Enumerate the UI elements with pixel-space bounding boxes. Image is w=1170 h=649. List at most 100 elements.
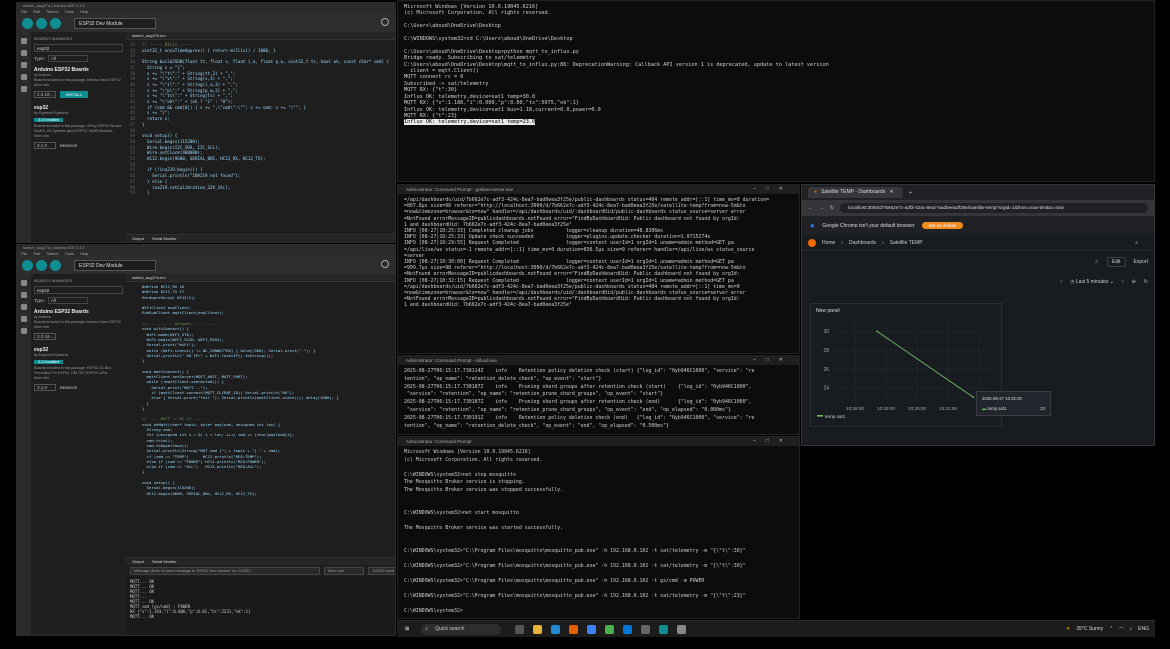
serial-monitor-icon[interactable]: [381, 260, 389, 268]
line-text: // ----- Utils -----: [142, 42, 193, 47]
star-icon[interactable]: ☆: [1094, 259, 1098, 265]
upload-button[interactable]: [36, 259, 47, 271]
grafana-panel[interactable]: New panel 30 28 26 24 10:28:00 10:29:00 10:30:…: [810, 303, 1051, 427]
ide-toolbar: ESP32 Dev Module: [17, 256, 395, 274]
boards-manager-icon[interactable]: [21, 50, 27, 56]
board-author: by Espressif Systems: [34, 111, 69, 115]
vscode-icon[interactable]: [623, 624, 633, 634]
breadcrumb-dashboards[interactable]: Dashboards: [849, 240, 876, 246]
wifi-icon[interactable]: ◠: [1119, 626, 1123, 632]
grafana-logo-icon[interactable]: [808, 238, 816, 247]
type-select[interactable]: All: [48, 297, 89, 304]
time-range-picker[interactable]: ◷ Last 5 minutes ⌄: [1070, 279, 1114, 285]
chevron-right-icon[interactable]: ›: [1122, 279, 1124, 285]
remove-button[interactable]: REMOVE: [60, 385, 77, 390]
timeseries-chart[interactable]: 30 28 26 24 10:28:00 10:29:00 10:30:00 10:31:00…: [811, 316, 1001, 424]
refresh-icon[interactable]: ↻: [1144, 279, 1148, 285]
output-tab[interactable]: Output: [132, 235, 144, 242]
terminal-title: Administrator: Command Prompt: [406, 439, 472, 444]
firefox-icon[interactable]: [569, 624, 579, 634]
verify-button[interactable]: [22, 17, 33, 29]
version-select[interactable]: 3.1.0: [34, 384, 56, 391]
sketchbook-icon[interactable]: [21, 280, 27, 286]
window-controls[interactable]: –□✕: [753, 185, 793, 194]
store-icon[interactable]: [587, 624, 597, 634]
window-controls[interactable]: –□✕: [753, 356, 793, 365]
chevron-left-icon[interactable]: ‹: [1060, 279, 1062, 285]
export-button[interactable]: Export: [1134, 259, 1148, 265]
debug-button[interactable]: [50, 259, 61, 271]
zoom-out-icon[interactable]: ⊖: [1132, 279, 1136, 285]
more-info-link[interactable]: More info: [34, 325, 123, 330]
influxd-terminal: Administrator: Command Prompt - influxd.…: [397, 355, 800, 435]
code-lines[interactable]: #define HC12_RX 16 #define HC12_TX 17 Hard…: [126, 282, 395, 496]
boards-manager-icon[interactable]: [21, 292, 27, 298]
more-info-link[interactable]: More info: [34, 134, 123, 139]
upload-button[interactable]: [36, 17, 47, 29]
address-bar[interactable]: localhost:3000/d/7b662e7c-adf3-424c-8ea7…: [840, 203, 1148, 213]
task-view-icon[interactable]: [515, 624, 525, 634]
search-icon[interactable]: [21, 86, 27, 92]
type-select[interactable]: All: [48, 55, 89, 62]
breadcrumb-home[interactable]: Home: [822, 240, 835, 246]
more-info-link[interactable]: More info: [34, 83, 123, 88]
version-select[interactable]: 2.0.18-...: [34, 333, 56, 340]
serial-monitor-tab[interactable]: Serial Monitor: [152, 235, 177, 242]
language-indicator[interactable]: ENG: [1138, 626, 1149, 632]
editor-tab[interactable]: sketch_aug27b.ino: [126, 32, 395, 40]
weather-text[interactable]: 35°C Sunny: [1076, 626, 1103, 632]
editor-tab[interactable]: sketch_aug27a.ino: [126, 274, 395, 282]
edge-icon[interactable]: [551, 624, 561, 634]
file-explorer-icon[interactable]: [533, 624, 543, 634]
output-tab[interactable]: Output: [132, 558, 144, 565]
serial-monitor-tab[interactable]: Serial Monitor: [152, 558, 177, 565]
debug-icon[interactable]: [21, 316, 27, 322]
tray-chevron-icon[interactable]: ⌃: [1109, 626, 1113, 632]
code-lines[interactable]: 33// ----- Utils ----- 34 uint32_t unixTim…: [126, 40, 395, 196]
debug-button[interactable]: [50, 17, 61, 29]
edit-button[interactable]: Edit: [1106, 257, 1126, 267]
verify-button[interactable]: [22, 259, 33, 271]
board-selector[interactable]: ESP32 Dev Module: [74, 17, 156, 29]
library-manager-icon[interactable]: [21, 304, 27, 310]
line-ending-select[interactable]: New Line: [324, 567, 364, 575]
code-editor[interactable]: sketch_aug27a.ino #define HC12_RX 16 #def…: [126, 274, 395, 635]
window-controls[interactable]: –□✕: [753, 437, 793, 446]
arduino-icon[interactable]: [659, 624, 669, 634]
settings-icon[interactable]: [677, 624, 687, 634]
terminal-icon[interactable]: [641, 624, 651, 634]
debug-icon[interactable]: [21, 74, 27, 80]
version-select[interactable]: 2.0.18-...: [34, 91, 56, 98]
reload-icon[interactable]: ↻: [830, 205, 834, 211]
start-icon[interactable]: ⊞: [405, 626, 409, 632]
install-button[interactable]: INSTALL: [60, 91, 88, 98]
baud-select[interactable]: 115200 baud: [368, 567, 395, 575]
browser-tab[interactable]: ● Satellite TEMP - Dashboards ✕: [808, 187, 903, 198]
board-selector[interactable]: ESP32 Dev Module: [74, 259, 156, 271]
board-search-input[interactable]: esp32: [34, 286, 123, 294]
taskbar-search[interactable]: ⌕ Quick search: [421, 623, 502, 635]
sketchbook-icon[interactable]: [21, 38, 27, 44]
library-manager-icon[interactable]: [21, 62, 27, 68]
search-icon[interactable]: ⌕: [1135, 240, 1138, 246]
code-line[interactable]: HC12.begin(9600, SERIAL_8N1, HC12_RX, HC…: [130, 491, 395, 496]
set-default-button[interactable]: Set as default: [922, 222, 963, 229]
new-tab-icon[interactable]: +: [909, 190, 912, 196]
more-info-link[interactable]: More info: [34, 376, 123, 381]
code-line[interactable]: 59 }: [130, 190, 395, 196]
serial-monitor-icon[interactable]: [381, 18, 389, 26]
back-icon[interactable]: ←: [808, 205, 813, 211]
board-description: Boards included in this package: uPesy E…: [34, 124, 122, 133]
board-search-input[interactable]: esp32: [34, 44, 123, 52]
serial-message-input[interactable]: Message (Enter to send message to 'ESP32…: [130, 567, 320, 575]
line-text: ina219.setCalibration_32V_1A();: [142, 184, 231, 190]
search-icon[interactable]: [21, 328, 27, 334]
chrome-icon[interactable]: [605, 624, 615, 634]
code-editor[interactable]: sketch_aug27b.ino 33// ----- Utils -----…: [126, 32, 395, 242]
volume-icon[interactable]: ♪: [1130, 626, 1133, 632]
version-select[interactable]: 3.1.0: [34, 142, 56, 149]
close-tab-icon[interactable]: ✕: [889, 187, 893, 198]
forward-icon[interactable]: →: [819, 205, 824, 211]
remove-button[interactable]: REMOVE: [60, 143, 77, 148]
weather-icon[interactable]: ☀: [1066, 626, 1070, 632]
